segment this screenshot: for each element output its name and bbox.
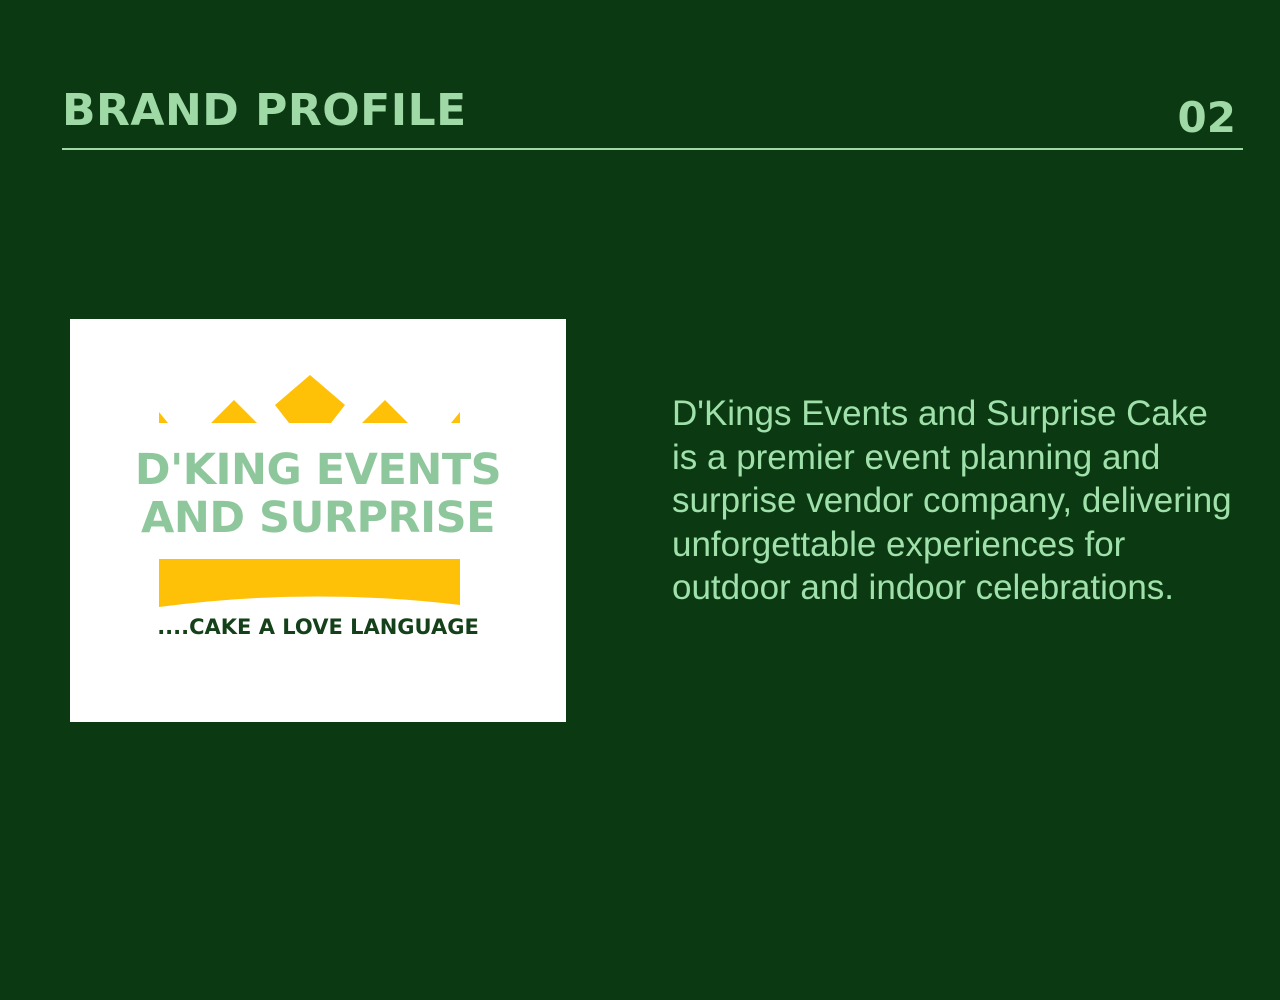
crown-center-peak	[275, 375, 345, 423]
page-title: BRAND PROFILE	[62, 85, 467, 136]
brand-description: D'Kings Events and Surprise Cake is a pr…	[672, 394, 1232, 607]
logo-text-line1: D'KING EVENTS	[134, 445, 502, 495]
brand-logo: D'KING EVENTS AND SURPRISE ....CAKE A LO…	[70, 319, 566, 722]
logo-text-line2: AND SURPRISE	[141, 493, 495, 543]
crown-right-peak	[362, 400, 408, 423]
header-divider	[62, 148, 1243, 150]
crown-right-edge	[451, 412, 460, 423]
crown-left-edge	[159, 412, 168, 423]
crown-band	[159, 559, 460, 607]
crown-left-peak	[211, 400, 257, 423]
page-number: 02	[1177, 93, 1236, 142]
logo-tagline: ....CAKE A LOVE LANGUAGE	[157, 615, 479, 639]
